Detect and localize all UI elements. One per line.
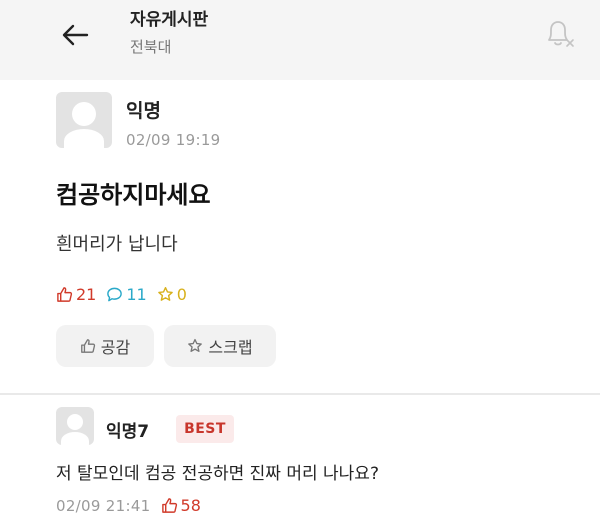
comment-count-value: 11 <box>126 285 147 304</box>
star-icon <box>157 286 173 301</box>
like-button-label: 공감 <box>100 338 131 357</box>
comment-count: 11 <box>106 285 147 304</box>
back-button[interactable] <box>58 20 92 50</box>
comment-text: 저 탈모인데 컴공 전공하면 진짜 머리 나나요? <box>56 464 379 484</box>
author-avatar <box>56 92 112 148</box>
scrap-count: 0 <box>157 285 187 304</box>
comment-like-value: 58 <box>180 496 201 515</box>
thumbs-up-icon <box>161 498 177 513</box>
speech-bubble-icon <box>107 287 123 302</box>
comment-like-count[interactable]: 58 <box>161 496 201 515</box>
thumbs-up-icon <box>57 287 73 302</box>
post-stats: 21 11 0 <box>56 285 197 304</box>
thumbs-up-icon <box>80 339 95 353</box>
scrap-button-label: 스크랩 <box>208 338 253 357</box>
arrow-left-icon <box>62 24 89 46</box>
star-icon <box>188 338 203 352</box>
app-header: 자유게시판 전북대 <box>0 0 600 80</box>
comment-meta: 02/09 21:41 58 <box>56 496 201 515</box>
like-count-value: 21 <box>76 285 97 304</box>
post-author: 익명 <box>126 100 161 122</box>
notification-toggle-button[interactable] <box>540 16 576 52</box>
post-title: 컴공하지마세요 <box>56 181 211 209</box>
post-body: 흰머리가 납니다 <box>56 234 178 255</box>
post-date: 02/09 19:19 <box>126 131 221 149</box>
like-count: 21 <box>56 285 96 304</box>
comment-author: 익명7 <box>106 422 150 442</box>
comment-date: 02/09 21:41 <box>56 496 151 515</box>
comment-author-avatar <box>56 407 94 445</box>
board-title: 자유게시판 <box>130 10 209 30</box>
header-titles: 자유게시판 전북대 <box>130 9 208 57</box>
section-divider <box>0 393 600 395</box>
bell-off-icon <box>548 21 574 47</box>
like-button[interactable]: 공감 <box>56 325 154 367</box>
best-badge: BEST <box>176 415 234 443</box>
board-subtitle: 전북대 <box>130 38 172 56</box>
scrap-button[interactable]: 스크랩 <box>164 325 276 367</box>
scrap-count-value: 0 <box>176 285 187 304</box>
